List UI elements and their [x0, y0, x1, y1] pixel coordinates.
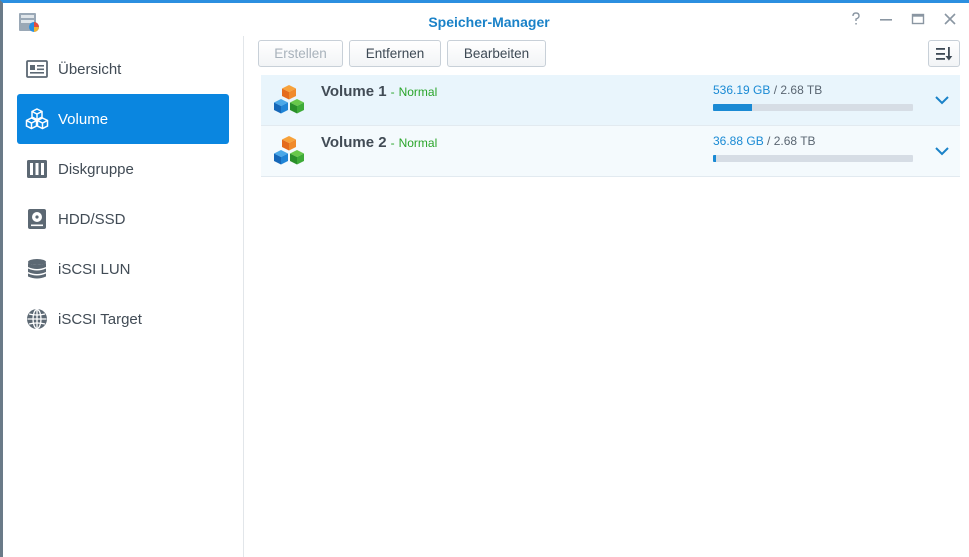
close-icon[interactable] — [940, 12, 960, 30]
sidebar-item-label: Diskgruppe — [58, 160, 134, 178]
usage-separator: / — [773, 83, 778, 97]
create-button[interactable]: Erstellen — [258, 40, 343, 67]
volume-usage: 536.19 GB / 2.68 TB — [713, 83, 822, 97]
sidebar-item-label: Volume — [58, 110, 109, 128]
volume-cubes-icon — [274, 85, 304, 114]
sidebar-item-label: HDD/SSD — [58, 210, 126, 228]
usage-bar — [713, 155, 913, 162]
minimize-icon[interactable] — [876, 12, 896, 30]
sidebar-item-iscsi-target[interactable]: iSCSI Target — [17, 294, 229, 344]
total-space: 2.68 TB — [773, 134, 816, 148]
usage-bar-fill — [713, 104, 752, 111]
status-separator: - — [390, 85, 395, 99]
sidebar-item-volume[interactable]: Volume — [17, 94, 229, 144]
used-space: 536.19 GB — [713, 83, 771, 97]
usage-bar — [713, 104, 913, 111]
volume-usage: 36.88 GB / 2.68 TB — [713, 134, 816, 148]
edit-button[interactable]: Bearbeiten — [447, 40, 546, 67]
total-space: 2.68 TB — [780, 83, 823, 97]
volume-title: Volume 2 — [321, 134, 387, 151]
usage-separator: / — [767, 134, 771, 148]
sort-button[interactable] — [928, 40, 960, 67]
hdd-icon — [25, 207, 49, 231]
sidebar: Übersicht Volume Diskgruppe HDD/SSD iSCS… — [6, 36, 244, 557]
volume-name: Volume 2- Normal — [321, 134, 437, 151]
remove-button[interactable]: Entfernen — [349, 40, 441, 67]
diskgroup-icon — [25, 157, 49, 181]
volume-row[interactable]: Volume 1- Normal 536.19 GB / 2.68 TB — [261, 75, 960, 126]
volume-title: Volume 1 — [321, 83, 387, 100]
maximize-icon[interactable] — [908, 12, 928, 30]
database-icon — [25, 257, 49, 281]
status-badge: Normal — [398, 136, 438, 150]
volume-name: Volume 1- Normal — [321, 83, 437, 100]
status-badge: Normal — [398, 85, 438, 99]
overview-icon — [25, 57, 49, 81]
window-title: Speicher-Manager — [428, 14, 550, 30]
sidebar-item-diskgroup[interactable]: Diskgruppe — [17, 144, 229, 194]
storage-manager-window: Speicher-Manager Übersicht Volume Diskgr… — [0, 0, 969, 557]
chevron-down-icon[interactable] — [933, 91, 951, 109]
chevron-down-icon[interactable] — [933, 142, 951, 160]
used-space: 36.88 GB — [713, 134, 764, 148]
sort-icon — [936, 46, 953, 60]
status-separator: - — [390, 136, 395, 150]
sidebar-item-label: iSCSI Target — [58, 310, 142, 328]
help-icon[interactable] — [846, 12, 866, 30]
main-panel: Erstellen Entfernen Bearbeiten Volume 1-… — [245, 36, 969, 557]
titlebar: Speicher-Manager — [6, 6, 969, 36]
sidebar-item-overview[interactable]: Übersicht — [17, 44, 229, 94]
sidebar-item-hdd-ssd[interactable]: HDD/SSD — [17, 194, 229, 244]
sidebar-item-label: iSCSI LUN — [58, 260, 131, 278]
usage-bar-fill — [713, 155, 716, 162]
volume-cubes-icon — [25, 107, 49, 131]
sidebar-item-label: Übersicht — [58, 60, 122, 78]
volume-cubes-icon — [274, 136, 304, 165]
volume-row[interactable]: Volume 2- Normal 36.88 GB / 2.68 TB — [261, 126, 960, 177]
globe-icon — [25, 307, 49, 331]
sidebar-item-iscsi-lun[interactable]: iSCSI LUN — [17, 244, 229, 294]
